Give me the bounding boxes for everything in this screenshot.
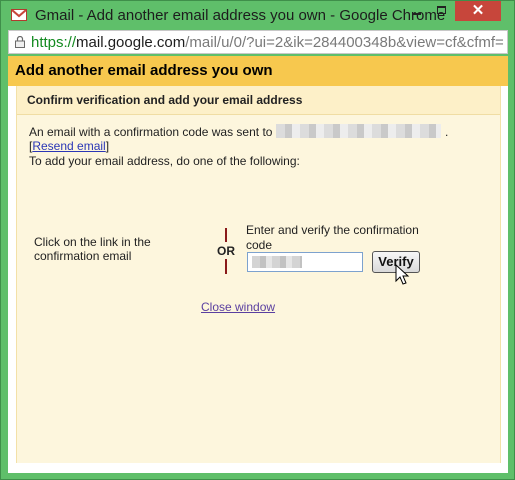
window-title: Gmail - Add another email address you ow… xyxy=(35,7,446,24)
dialog-header: Add another email address you own xyxy=(8,56,508,86)
resend-bracket-close: ] xyxy=(105,139,110,153)
verification-panel: Confirm verification and add your email … xyxy=(16,86,501,463)
lock-icon xyxy=(15,36,25,48)
or-label: OR xyxy=(217,244,235,258)
minimize-button[interactable] xyxy=(403,1,429,21)
url-host: mail.google.com xyxy=(76,34,186,51)
dialog-title: Add another email address you own xyxy=(15,62,273,79)
option-code-text: Enter and verify the confirmation code xyxy=(246,223,419,252)
section-title: Confirm verification and add your email … xyxy=(27,93,303,107)
close-window-link[interactable]: Close window xyxy=(201,300,275,314)
confirmation-code-input[interactable] xyxy=(247,252,363,272)
gmail-icon xyxy=(11,9,27,21)
resend-line: [Resend email] xyxy=(29,139,109,153)
section-header: Confirm verification and add your email … xyxy=(17,86,500,115)
maximize-icon xyxy=(437,6,446,14)
sent-end: . xyxy=(445,125,449,139)
cursor-icon xyxy=(395,264,410,285)
maximize-button[interactable] xyxy=(429,1,455,21)
close-icon: ✕ xyxy=(471,2,485,19)
url-path: /mail/u/0/?ui=2&ik=284400348b&view=cf&cf… xyxy=(185,34,504,51)
address-bar[interactable]: https://mail.google.com/mail/u/0/?ui=2&i… xyxy=(8,30,508,54)
url-scheme: https:// xyxy=(31,34,77,51)
close-button[interactable]: ✕ xyxy=(455,1,501,21)
title-bar[interactable]: Gmail - Add another email address you ow… xyxy=(1,1,514,31)
browser-window: Gmail - Add another email address you ow… xyxy=(0,0,515,480)
sent-text: An email with a confirmation code was se… xyxy=(29,125,273,139)
or-divider-bottom xyxy=(225,259,227,274)
dialog-content: Add another email address you own Confir… xyxy=(8,56,508,473)
option-link-text: Click on the link in the confirmation em… xyxy=(34,235,151,263)
redacted-code xyxy=(252,256,302,268)
redacted-email-address xyxy=(276,124,441,138)
or-divider-top xyxy=(225,228,227,242)
instruction-text: To add your email address, do one of the… xyxy=(29,154,300,168)
minimize-icon xyxy=(412,13,421,15)
resend-email-link[interactable]: Resend email xyxy=(32,139,105,153)
url-text: https://mail.google.com/mail/u/0/?ui=2&i… xyxy=(31,34,504,51)
